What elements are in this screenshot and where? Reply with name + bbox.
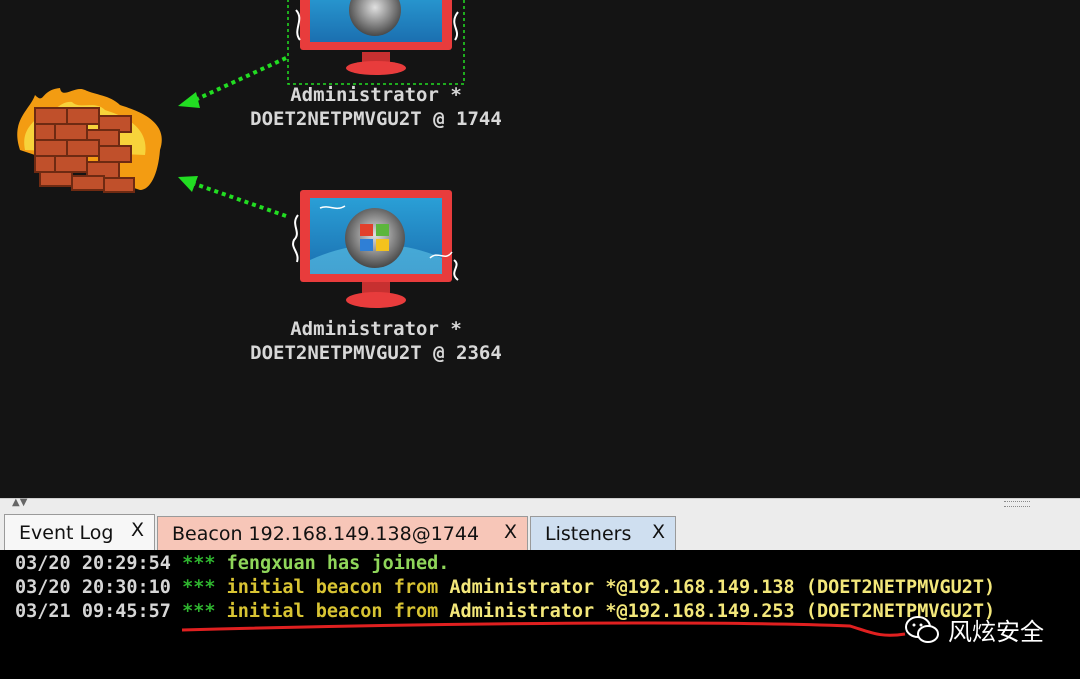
node-label-2364: Administrator * DOET2NETPMVGU2T @ 2364 bbox=[216, 317, 536, 365]
node-user: Administrator * bbox=[290, 84, 462, 106]
tab-label: Beacon 192.168.149.138@1744 bbox=[172, 522, 480, 545]
log-line: 03/20 20:30:10 *** initial beacon from A… bbox=[15, 577, 996, 598]
split-divider[interactable]: ▲▼ bbox=[0, 497, 1080, 513]
windows-logo-icon bbox=[345, 208, 405, 268]
close-tab-button[interactable]: X bbox=[504, 521, 517, 543]
node-host: DOET2NETPMVGU2T @ 2364 bbox=[250, 342, 502, 364]
tab-beacon[interactable]: Beacon 192.168.149.138@1744 X bbox=[157, 516, 528, 550]
node-user: Administrator * bbox=[290, 318, 462, 340]
graph-canvas bbox=[17, 0, 465, 308]
watermark-text: 风炫安全 bbox=[948, 618, 1044, 646]
tab-label: Listeners bbox=[545, 522, 632, 545]
tab-bar: Event Log X Beacon 192.168.149.138@1744 … bbox=[0, 512, 1080, 550]
pivot-graph[interactable]: Administrator * DOET2NETPMVGU2T @ 1744 A… bbox=[0, 0, 1080, 498]
wechat-icon bbox=[905, 615, 939, 643]
firewall-icon[interactable] bbox=[17, 88, 162, 193]
close-tab-button[interactable]: X bbox=[131, 519, 144, 541]
beacon-node-2364[interactable] bbox=[292, 190, 459, 308]
node-label-1744: Administrator * DOET2NETPMVGU2T @ 1744 bbox=[216, 83, 536, 131]
log-line: 03/20 20:29:54 *** fengxuan has joined. bbox=[15, 553, 450, 574]
tab-event-log[interactable]: Event Log X bbox=[4, 514, 155, 550]
log-line: 03/21 09:45:57 *** initial beacon from A… bbox=[15, 601, 996, 622]
watermark: 风炫安全 bbox=[904, 612, 1044, 647]
close-tab-button[interactable]: X bbox=[652, 521, 665, 543]
beacon-node-1744[interactable] bbox=[287, 0, 465, 85]
collapse-arrows-icon[interactable]: ▲▼ bbox=[12, 497, 27, 508]
resize-grip-icon[interactable] bbox=[1004, 501, 1030, 507]
node-host: DOET2NETPMVGU2T @ 1744 bbox=[250, 108, 502, 130]
tab-listeners[interactable]: Listeners X bbox=[530, 516, 676, 550]
pivot-arrow-2 bbox=[178, 176, 287, 218]
tab-label: Event Log bbox=[19, 521, 114, 544]
